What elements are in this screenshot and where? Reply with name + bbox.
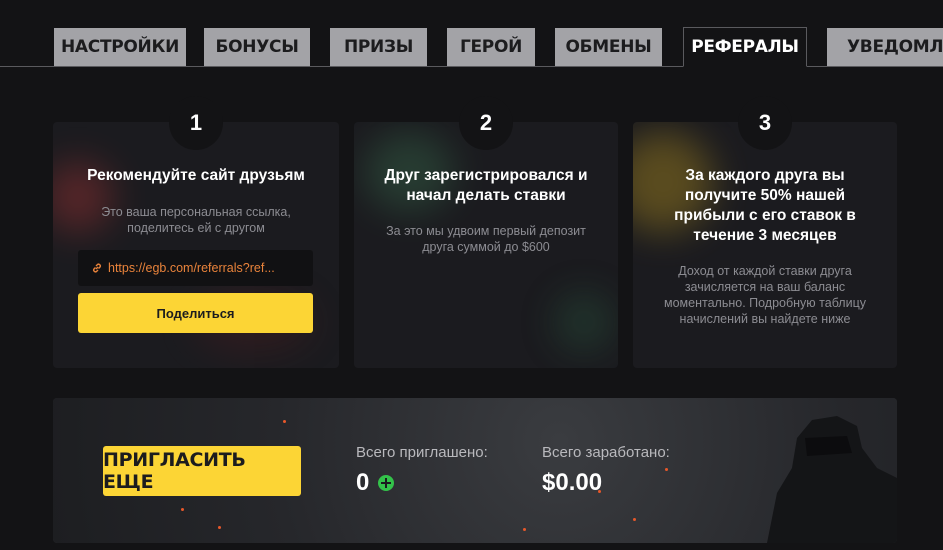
total-invited-stat: 0: [356, 469, 395, 497]
tab-prizes[interactable]: ПРИЗЫ: [330, 28, 427, 66]
step-card-2: Друг зарегистрировался и начал делать ст…: [354, 122, 618, 368]
referral-link-field[interactable]: https://egb.com/referrals?ref...: [78, 250, 313, 286]
total-earned-value: $0.00: [542, 469, 603, 496]
plus-circle-icon[interactable]: [378, 475, 395, 491]
spark-decoration: [633, 518, 636, 521]
tab-hero[interactable]: ГЕРОЙ: [447, 28, 535, 66]
total-invited-label: Всего приглашено:: [356, 444, 488, 461]
step-card-1: Рекомендуйте сайт друзьям Это ваша персо…: [53, 122, 339, 368]
share-button[interactable]: Поделиться: [78, 293, 313, 333]
referral-link-text: https://egb.com/referrals?ref...: [108, 261, 275, 275]
spark-decoration: [665, 468, 668, 471]
step-1-title: Рекомендуйте сайт друзьям: [87, 167, 305, 184]
step-number-2: 2: [459, 96, 513, 150]
step-2-description: За это мы удвоим первый депозит друга су…: [386, 224, 586, 254]
invite-banner: ПРИГЛАСИТЬ ЕЩЕ Всего приглашено: 0 Всего…: [53, 398, 897, 543]
spark-decoration: [523, 528, 526, 531]
step-card-3: За каждого друга вы получите 50% нашей п…: [633, 122, 897, 368]
link-icon: [93, 263, 101, 273]
tab-referrals[interactable]: РЕФЕРАЛЫ: [683, 27, 807, 67]
soldier-illustration: [767, 416, 897, 543]
step-1-description: Это ваша персональная ссылка, поделитесь…: [101, 205, 291, 235]
tab-notifications[interactable]: УВЕДОМЛЕН: [827, 28, 943, 66]
tab-settings[interactable]: НАСТРОЙКИ: [54, 28, 186, 66]
step-3-description: Доход от каждой ставки друга зачисляется…: [664, 264, 866, 326]
step-3-title: За каждого друга вы получите 50% нашей п…: [674, 167, 856, 244]
total-earned-label: Всего заработано:: [542, 444, 670, 461]
step-number-1: 1: [169, 96, 223, 150]
card-decoration: [554, 292, 614, 352]
step-2-title: Друг зарегистрировался и начал делать ст…: [384, 167, 588, 204]
spark-decoration: [283, 420, 286, 423]
total-invited-value: 0: [356, 469, 370, 496]
invite-more-button[interactable]: ПРИГЛАСИТЬ ЕЩЕ: [103, 446, 301, 496]
tab-bonuses[interactable]: БОНУСЫ: [204, 28, 310, 66]
step-number-3: 3: [738, 96, 792, 150]
tab-exchanges[interactable]: ОБМЕНЫ: [555, 28, 662, 66]
spark-decoration: [181, 508, 184, 511]
spark-decoration: [218, 526, 221, 529]
